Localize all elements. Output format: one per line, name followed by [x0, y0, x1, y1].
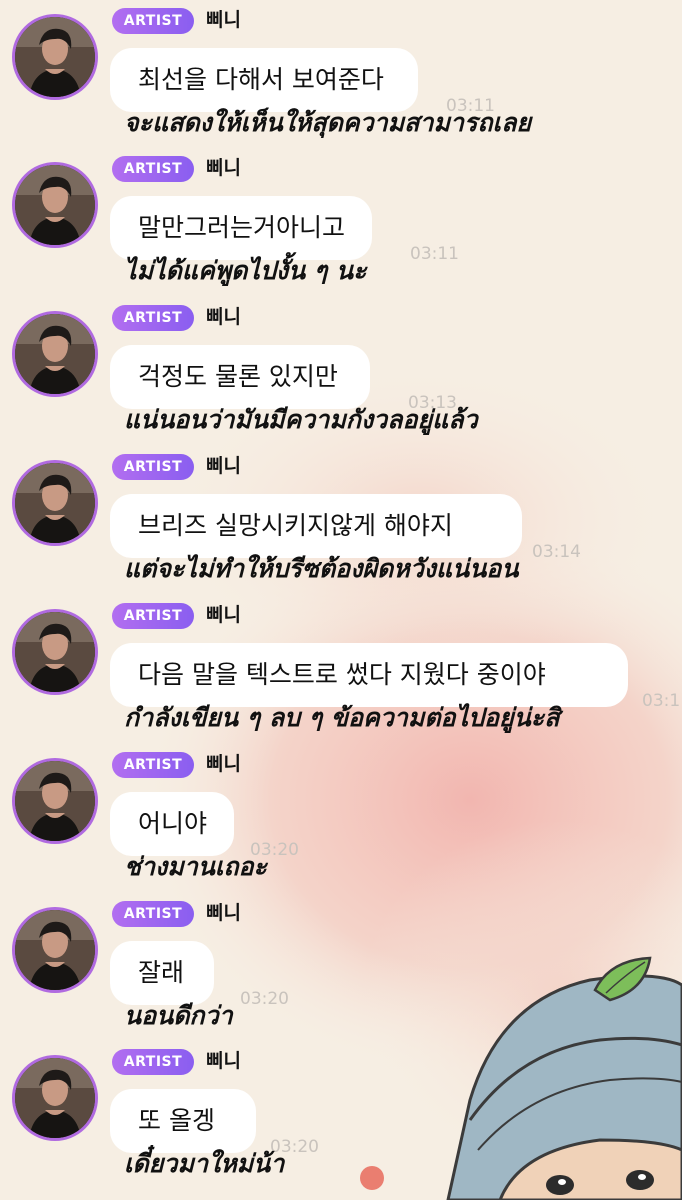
avatar[interactable]	[12, 14, 98, 100]
artist-badge: ARTIST	[112, 752, 194, 778]
translation-caption: ไม่ได้แค่พูดไปงั้น ๆ นะ	[124, 256, 367, 285]
artist-badge: ARTIST	[112, 156, 194, 182]
chat-message: ARTIST 삐니잘래 03:20 นอนดีกว่า	[0, 893, 682, 1041]
artist-badge: ARTIST	[112, 901, 194, 927]
translation-caption: กำลังเขียน ๆ ลบ ๆ ข้อความต่อไปอยู่น่ะสิ	[124, 703, 560, 732]
translation-caption: ช่างมานเถอะ	[124, 852, 267, 881]
artist-badge: ARTIST	[112, 603, 194, 629]
message-bubble[interactable]: 어니야	[110, 792, 234, 856]
sender-name[interactable]: 삐니	[206, 154, 241, 182]
sender-name[interactable]: 삐니	[206, 601, 241, 629]
artist-badge: ARTIST	[112, 454, 194, 480]
avatar[interactable]	[12, 609, 98, 695]
message-bubble[interactable]: 걱정도 물론 있지만	[110, 345, 370, 409]
translation-caption: แต่จะไม่ทำให้บรีซต้องผิดหวังแน่นอน	[124, 554, 519, 583]
sender-name[interactable]: 삐니	[206, 6, 241, 34]
message-timestamp: 03:1	[642, 691, 681, 711]
sender-name[interactable]: 삐니	[206, 452, 241, 480]
sender-name[interactable]: 삐니	[206, 1047, 241, 1075]
translation-caption: จะแสดงให้เห็นให้สุดความสามารถเลย	[124, 108, 532, 137]
chat-message: ARTIST 삐니 또 올겡 03:20 เดี๋ยวมาใหม่น้า	[0, 1041, 682, 1189]
message-timestamp: 03:20	[240, 989, 289, 1009]
message-bubble[interactable]: 다음 말을 텍스트로 썼다 지웠다 중이야	[110, 643, 628, 707]
avatar[interactable]	[12, 1055, 98, 1141]
chat-message: ARTIST 삐니 최선을 다해서 보여준다 03:11 จะแสดงให้เห็นให…	[0, 0, 682, 148]
artist-badge: ARTIST	[112, 305, 194, 331]
avatar[interactable]	[12, 758, 98, 844]
avatar[interactable]	[12, 162, 98, 248]
sender-name[interactable]: 삐니	[206, 303, 241, 331]
chat-message: ARTIST 삐니 걱정도 물론 있지만 03:13 แน่นอนว่ามันมีควา…	[0, 297, 682, 445]
avatar[interactable]	[12, 460, 98, 546]
chat-message: ARTIST 삐니 어니야 03:20 ช่างมานเถอะ	[0, 744, 682, 892]
sender-name[interactable]: 삐니	[206, 899, 241, 927]
message-bubble[interactable]: 또 올겡	[110, 1089, 256, 1153]
translation-caption: แน่นอนว่ามันมีความกังวลอยู่แล้ว	[124, 405, 478, 434]
message-bubble[interactable]: 최선을 다해서 보여준다	[110, 48, 418, 112]
message-bubble[interactable]: 말만그러는거아니고	[110, 196, 372, 260]
sender-name[interactable]: 삐니	[206, 750, 241, 778]
chat-message: ARTIST 삐니브리즈 실망시키지않게 해야지 03:14 แต่จะไม่ทำให…	[0, 446, 682, 594]
avatar[interactable]	[12, 907, 98, 993]
chat-message: ARTIST 삐니다음 말을 텍스트로 썼다 지웠다 중이야 03:1 กำลังเข…	[0, 595, 682, 743]
message-timestamp: 03:11	[410, 244, 459, 264]
translation-caption: เดี๋ยวมาใหม่น้า	[124, 1149, 285, 1178]
artist-badge: ARTIST	[112, 8, 194, 34]
chat-message: ARTIST 삐니말만그러는거아니고 03:11 ไม่ได้แค่พูดไปงั้น…	[0, 148, 682, 296]
translation-caption: นอนดีกว่า	[124, 1001, 233, 1030]
message-timestamp: 03:14	[532, 542, 581, 562]
artist-badge: ARTIST	[112, 1049, 194, 1075]
message-bubble[interactable]: 잘래	[110, 941, 214, 1005]
message-bubble[interactable]: 브리즈 실망시키지않게 해야지	[110, 494, 522, 558]
avatar[interactable]	[12, 311, 98, 397]
